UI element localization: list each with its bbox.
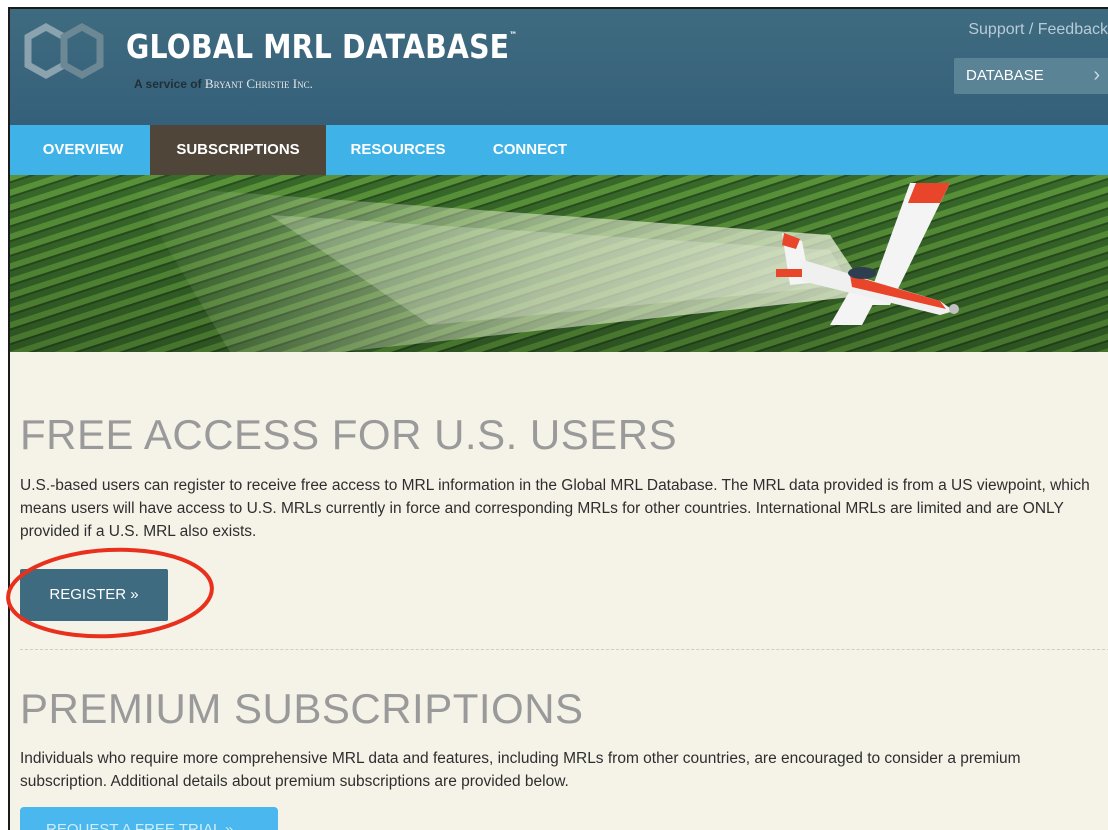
register-button[interactable]: REGISTER »	[20, 569, 168, 621]
site-title[interactable]: GLOBAL MRL DATABASE™	[126, 27, 517, 66]
trademark: ™	[509, 31, 518, 41]
premium-description: Individuals who require more comprehensi…	[20, 750, 1021, 790]
free-access-heading: FREE ACCESS FOR U.S. USERS	[20, 411, 678, 458]
chevron-right-icon: ›	[1093, 64, 1100, 86]
nav-subscriptions[interactable]: SUBSCRIPTIONS	[150, 125, 326, 175]
site-header: GLOBAL MRL DATABASE™ A service of Bryant…	[10, 9, 1108, 125]
service-prefix: A service of	[134, 77, 205, 91]
site-tagline: A service of Bryant Christie Inc.	[134, 76, 313, 92]
request-free-trial-button[interactable]: REQUEST A FREE TRIAL »	[20, 807, 278, 830]
nav-overview[interactable]: OVERVIEW	[24, 125, 142, 175]
hero-image	[10, 175, 1108, 352]
premium-heading: PREMIUM SUBSCRIPTIONS	[20, 685, 584, 732]
free-access-description: U.S.-based users can register to receive…	[20, 477, 1090, 540]
nav-resources[interactable]: RESOURCES	[336, 125, 460, 175]
crop-duster-photo	[10, 175, 1108, 352]
main-nav: OVERVIEW SUBSCRIPTIONS RESOURCES CONNECT	[10, 125, 1108, 175]
hexagon-logo-icon[interactable]	[18, 23, 114, 83]
section-divider	[20, 649, 1108, 650]
site-title-text: GLOBAL MRL DATABASE	[126, 27, 510, 66]
database-button[interactable]: DATABASE ›	[954, 58, 1108, 94]
nav-connect[interactable]: CONNECT	[478, 125, 582, 175]
page-frame: GLOBAL MRL DATABASE™ A service of Bryant…	[8, 7, 1108, 830]
database-button-label: DATABASE	[966, 67, 1044, 84]
company-name: Bryant Christie Inc.	[204, 76, 313, 91]
support-feedback-link[interactable]: Support / Feedback	[968, 21, 1108, 39]
